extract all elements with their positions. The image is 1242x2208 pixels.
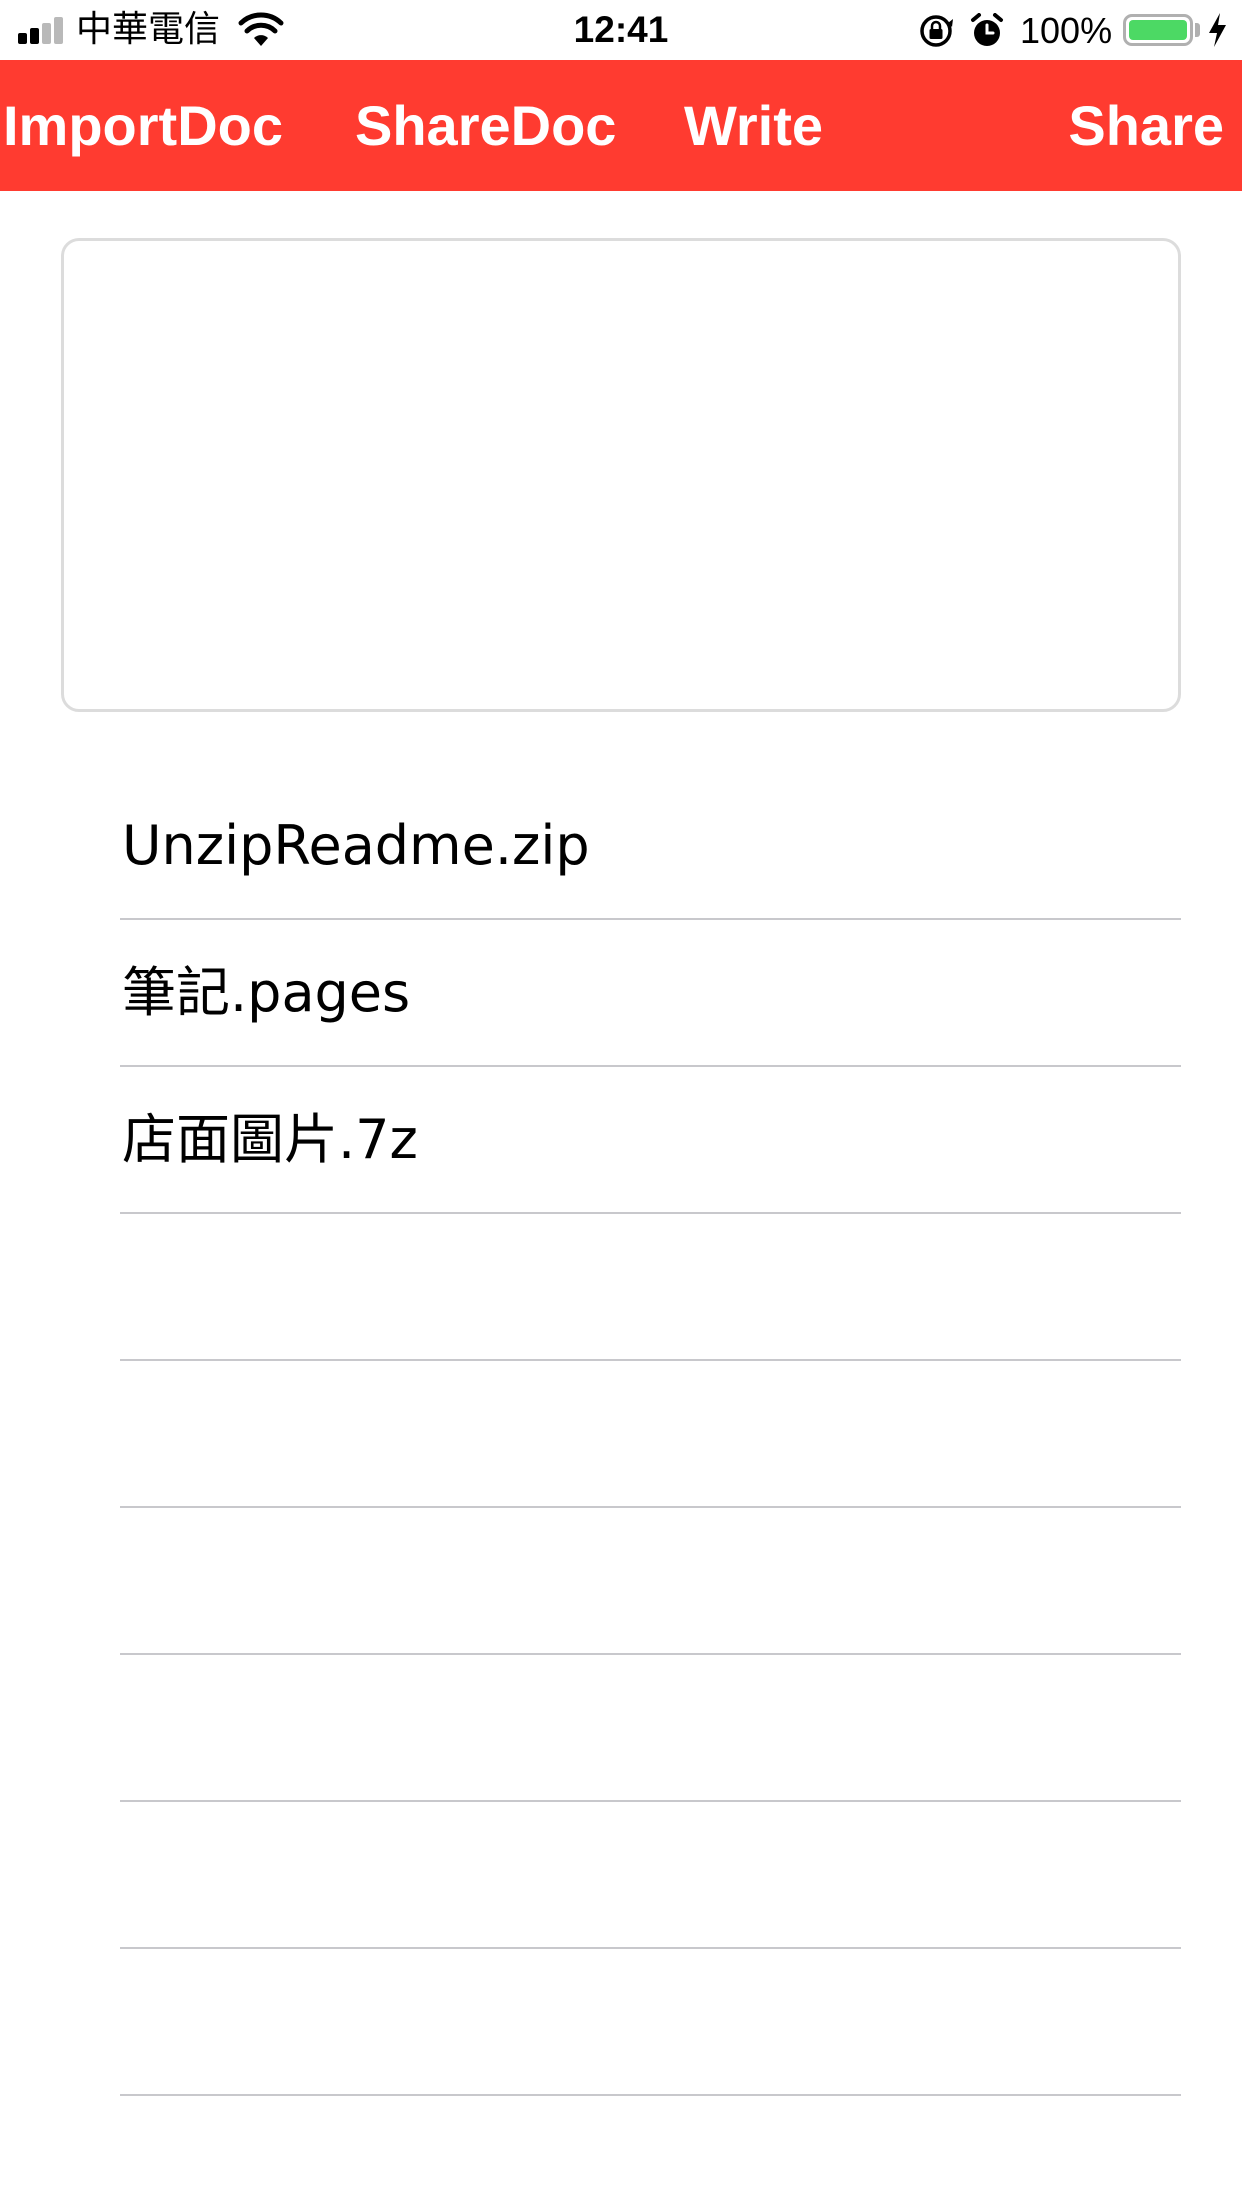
battery-icon [1123, 14, 1193, 46]
file-list: UnzipReadme.zip 筆記.pages 店面圖片.7z [120, 773, 1181, 2096]
file-name: UnzipReadme.zip [122, 814, 590, 877]
list-item[interactable] [120, 1361, 1181, 1508]
app-screen: 中華電信 12:41 100% ImportDoc ShareDoc Write… [0, 0, 1242, 2208]
toolbar: ImportDoc ShareDoc Write Share [0, 60, 1242, 191]
alarm-icon [971, 13, 1003, 46]
list-item[interactable] [120, 1802, 1181, 1949]
list-item[interactable]: 店面圖片.7z [120, 1067, 1181, 1214]
list-item[interactable]: 筆記.pages [120, 920, 1181, 1067]
write-button[interactable]: Write [684, 60, 823, 191]
status-bar: 中華電信 12:41 100% [0, 0, 1242, 60]
charging-icon [1209, 13, 1226, 47]
battery-level [1129, 20, 1187, 40]
import-doc-button[interactable]: ImportDoc [3, 60, 283, 191]
share-doc-button[interactable]: ShareDoc [355, 60, 616, 191]
file-name: 店面圖片.7z [122, 1108, 418, 1171]
list-item[interactable] [120, 1655, 1181, 1802]
battery-percent: 100% [1020, 10, 1113, 51]
battery-tip [1195, 23, 1200, 37]
list-item[interactable] [120, 1949, 1181, 2096]
list-item[interactable] [120, 1508, 1181, 1655]
share-button[interactable]: Share [1068, 60, 1224, 191]
list-item[interactable] [120, 1214, 1181, 1361]
file-name: 筆記.pages [122, 961, 411, 1024]
list-item[interactable]: UnzipReadme.zip [120, 773, 1181, 920]
rotation-lock-icon [920, 15, 953, 47]
text-editor[interactable] [61, 238, 1181, 712]
